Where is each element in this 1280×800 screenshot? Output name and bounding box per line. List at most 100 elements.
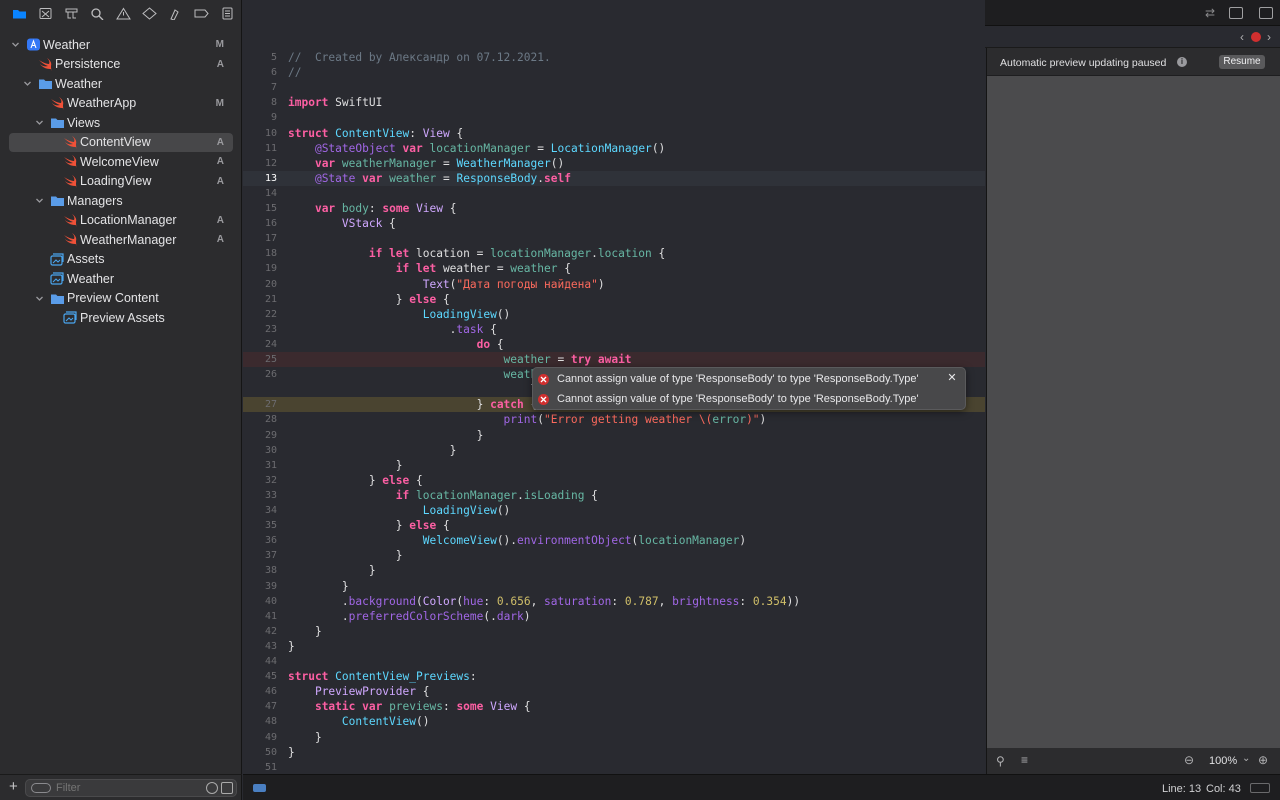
preview-canvas[interactable] <box>987 76 1280 748</box>
code-line[interactable]: 9 <box>243 110 985 125</box>
code-line[interactable]: 8 import SwiftUI <box>243 95 985 110</box>
file-row-weather[interactable]: Weather <box>0 74 242 94</box>
line-number[interactable]: 32 <box>243 473 277 488</box>
line-number[interactable]: 35 <box>243 518 277 533</box>
add-editor-icon[interactable] <box>1259 7 1273 19</box>
code-line[interactable]: 45 struct ContentView_Previews: <box>243 669 985 684</box>
code-text[interactable]: weath <box>288 367 538 382</box>
file-row-weather[interactable]: Weather <box>0 269 242 289</box>
line-number[interactable]: 8 <box>243 95 277 110</box>
line-number[interactable]: 34 <box>243 503 277 518</box>
file-row-contentview[interactable]: ContentView A <box>9 132 233 152</box>
code-text[interactable]: LoadingView() <box>288 307 511 322</box>
code-text[interactable]: WelcomeView().environmentObject(location… <box>288 533 746 548</box>
code-line[interactable]: 23 .task { <box>243 322 985 337</box>
code-area[interactable]: 5// Created by Александр on 07.12.2021. 6… <box>243 48 985 774</box>
file-row-welcomeview[interactable]: WelcomeView A <box>0 152 242 172</box>
code-text[interactable]: } else { <box>288 292 450 307</box>
file-row-managers[interactable]: Managers <box>0 191 242 211</box>
line-number[interactable]: 49 <box>243 730 277 745</box>
chevron-down-icon[interactable] <box>34 118 44 128</box>
code-line[interactable]: 51 <box>243 760 985 775</box>
line-number[interactable]: 20 <box>243 277 277 292</box>
line-number[interactable]: 11 <box>243 141 277 156</box>
filter-input[interactable] <box>56 781 196 795</box>
code-text[interactable]: // Created by Александр on 07.12.2021. <box>288 50 551 65</box>
folder-icon[interactable] <box>6 0 32 26</box>
inspector-toggle-icon[interactable] <box>1250 783 1270 793</box>
code-text[interactable]: struct ContentView: View { <box>288 126 463 141</box>
line-number[interactable]: 42 <box>243 624 277 639</box>
code-text[interactable]: if locationManager.isLoading { <box>288 488 598 503</box>
code-text[interactable]: ContentView() <box>288 714 430 729</box>
code-text[interactable]: } <box>288 443 457 458</box>
issue-navigator-icon[interactable]: ‹ <box>1240 30 1244 44</box>
code-line[interactable]: 7 <box>243 80 985 95</box>
line-number[interactable]: 43 <box>243 639 277 654</box>
code-line[interactable]: 49 } <box>243 730 985 745</box>
code-text[interactable]: } <box>288 458 403 473</box>
code-text[interactable]: var body: some View { <box>288 201 457 216</box>
chevron-down-icon[interactable]: ⌄ <box>1242 753 1250 764</box>
file-row-weatherapp[interactable]: WeatherApp M <box>0 94 242 114</box>
code-line[interactable]: 30 } <box>243 443 985 458</box>
line-number[interactable]: 10 <box>243 126 277 141</box>
line-number[interactable]: 39 <box>243 579 277 594</box>
line-number[interactable]: 28 <box>243 412 277 427</box>
line-number[interactable]: 12 <box>243 156 277 171</box>
code-text[interactable]: } catch { <box>288 397 538 412</box>
code-text[interactable]: do { <box>288 337 504 352</box>
code-line[interactable]: 34 LoadingView() <box>243 503 985 518</box>
line-number[interactable]: 47 <box>243 699 277 714</box>
hierarchy-icon[interactable] <box>58 0 84 26</box>
add-icon[interactable]: + <box>9 779 18 795</box>
error-count-icon[interactable] <box>1251 32 1261 42</box>
line-number[interactable]: 27 <box>243 397 277 412</box>
line-number[interactable]: 17 <box>243 231 277 246</box>
code-text[interactable]: } <box>288 745 295 760</box>
code-line[interactable]: 29 } <box>243 428 985 443</box>
debug-spray-icon[interactable] <box>163 0 189 26</box>
breakpoint-icon[interactable] <box>189 0 215 26</box>
code-text[interactable]: } else { <box>288 473 423 488</box>
code-text[interactable]: @StateObject var locationManager = Locat… <box>288 141 665 156</box>
code-text[interactable]: if let location = locationManager.locati… <box>288 246 665 261</box>
chevron-down-icon[interactable] <box>10 40 20 50</box>
code-line[interactable]: 37 } <box>243 548 985 563</box>
line-number[interactable]: 24 <box>243 337 277 352</box>
zoom-in-icon[interactable]: ⊕ <box>1258 753 1268 767</box>
line-number[interactable]: 22 <box>243 307 277 322</box>
chevron-down-icon[interactable] <box>34 196 44 206</box>
code-line[interactable]: 21 } else { <box>243 292 985 307</box>
filter-options-icon[interactable] <box>31 783 51 793</box>
line-number[interactable]: 50 <box>243 745 277 760</box>
code-text[interactable]: weather = try await <box>288 352 632 367</box>
file-row-assets[interactable]: Assets <box>0 250 242 270</box>
file-row-loadingview[interactable]: LoadingView A <box>0 172 242 192</box>
code-line[interactable]: 28 print("Error getting weather \(error)… <box>243 412 985 427</box>
code-text[interactable]: l <box>288 382 537 397</box>
line-number[interactable]: 5 <box>243 50 277 65</box>
line-number[interactable]: 16 <box>243 216 277 231</box>
code-text[interactable]: } <box>288 639 295 654</box>
code-text[interactable]: print("Error getting weather \(error)") <box>288 412 767 427</box>
line-number[interactable]: 13 <box>243 171 277 186</box>
filter-field[interactable] <box>25 779 237 797</box>
code-line[interactable]: 16 VStack { <box>243 216 985 231</box>
code-line[interactable]: 10 struct ContentView: View { <box>243 126 985 141</box>
line-number[interactable]: 14 <box>243 186 277 201</box>
line-number[interactable]: 41 <box>243 609 277 624</box>
line-number[interactable]: 44 <box>243 654 277 669</box>
code-line[interactable]: 17 <box>243 231 985 246</box>
code-line[interactable]: 46 PreviewProvider { <box>243 684 985 699</box>
code-text[interactable]: } <box>288 428 484 443</box>
file-row-locationmanager[interactable]: LocationManager A <box>0 211 242 231</box>
code-line[interactable]: 22 LoadingView() <box>243 307 985 322</box>
line-number[interactable]: 15 <box>243 201 277 216</box>
line-number[interactable]: 37 <box>243 548 277 563</box>
code-line[interactable]: 40 .background(Color(hue: 0.656, saturat… <box>243 594 985 609</box>
code-text[interactable]: .task { <box>288 322 497 337</box>
code-line[interactable]: 18 if let location = locationManager.loc… <box>243 246 985 261</box>
code-line[interactable]: 31 } <box>243 458 985 473</box>
line-number[interactable]: 48 <box>243 714 277 729</box>
